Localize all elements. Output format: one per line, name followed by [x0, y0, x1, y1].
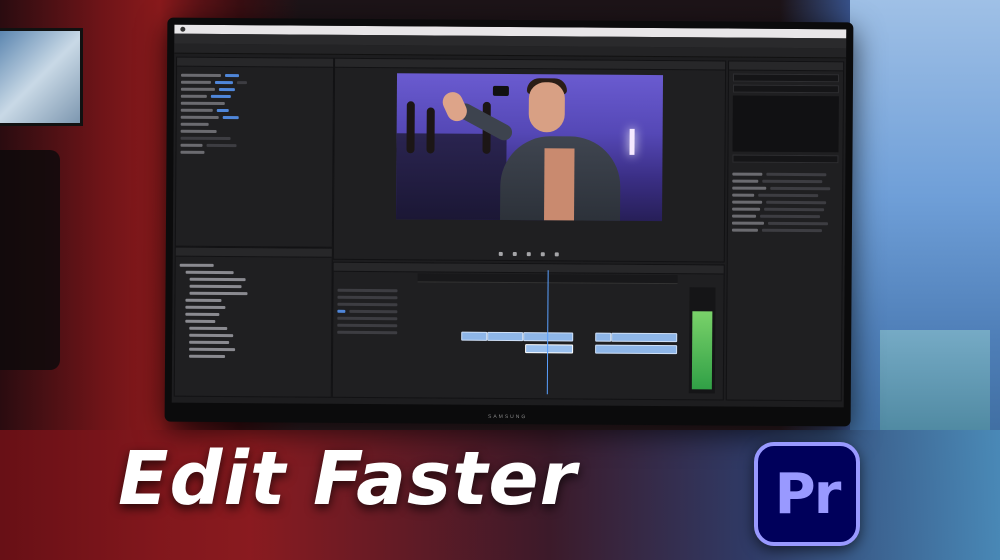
- timeline-panel-tabs: [333, 262, 724, 275]
- timeline-clip[interactable]: [487, 331, 524, 342]
- timeline-clip[interactable]: [461, 331, 488, 341]
- effect-rows: [176, 67, 333, 161]
- timeline-clip[interactable]: [595, 344, 678, 355]
- monitor-screen: [171, 24, 847, 408]
- step-forward-icon: [554, 252, 559, 257]
- premiere-pro-logo: Pr: [754, 442, 860, 546]
- properties-field: [732, 84, 839, 94]
- premiere-pro-logo-text: Pr: [774, 461, 842, 527]
- headline-text: Edit Faster: [118, 436, 578, 522]
- properties-panel-tabs: [729, 61, 844, 72]
- properties-preview: [732, 95, 839, 153]
- project-panel: [173, 246, 333, 398]
- play-icon: [526, 252, 531, 257]
- monitor-brand-label: SAMSUNG: [487, 413, 528, 421]
- track-headers: [337, 285, 413, 338]
- timeline-clip[interactable]: [595, 332, 612, 342]
- rewind-icon: [512, 252, 517, 257]
- timeline-clip[interactable]: [525, 344, 574, 354]
- project-bin-tree: [175, 257, 332, 365]
- apple-icon: [180, 26, 186, 32]
- forward-icon: [540, 252, 545, 257]
- step-back-icon: [498, 251, 503, 256]
- desk-monitor: SAMSUNG: [164, 17, 854, 427]
- transport-controls: [334, 251, 724, 258]
- program-panel-tabs: [335, 58, 726, 71]
- program-video-frame: [396, 73, 664, 222]
- audio-meter: [688, 287, 716, 394]
- background-camera-rig: [0, 150, 60, 370]
- background-monitor: [0, 28, 83, 126]
- program-monitor-panel: [332, 57, 727, 263]
- camera-icon: [492, 85, 509, 96]
- source-effect-controls-panel: [174, 56, 335, 248]
- properties-field: [732, 154, 839, 164]
- properties-field: [732, 73, 840, 83]
- lumetri-sliders: [728, 166, 842, 239]
- properties-panel: [725, 60, 845, 402]
- timeline-clip[interactable]: [611, 332, 678, 343]
- timeline-panel: [331, 261, 725, 401]
